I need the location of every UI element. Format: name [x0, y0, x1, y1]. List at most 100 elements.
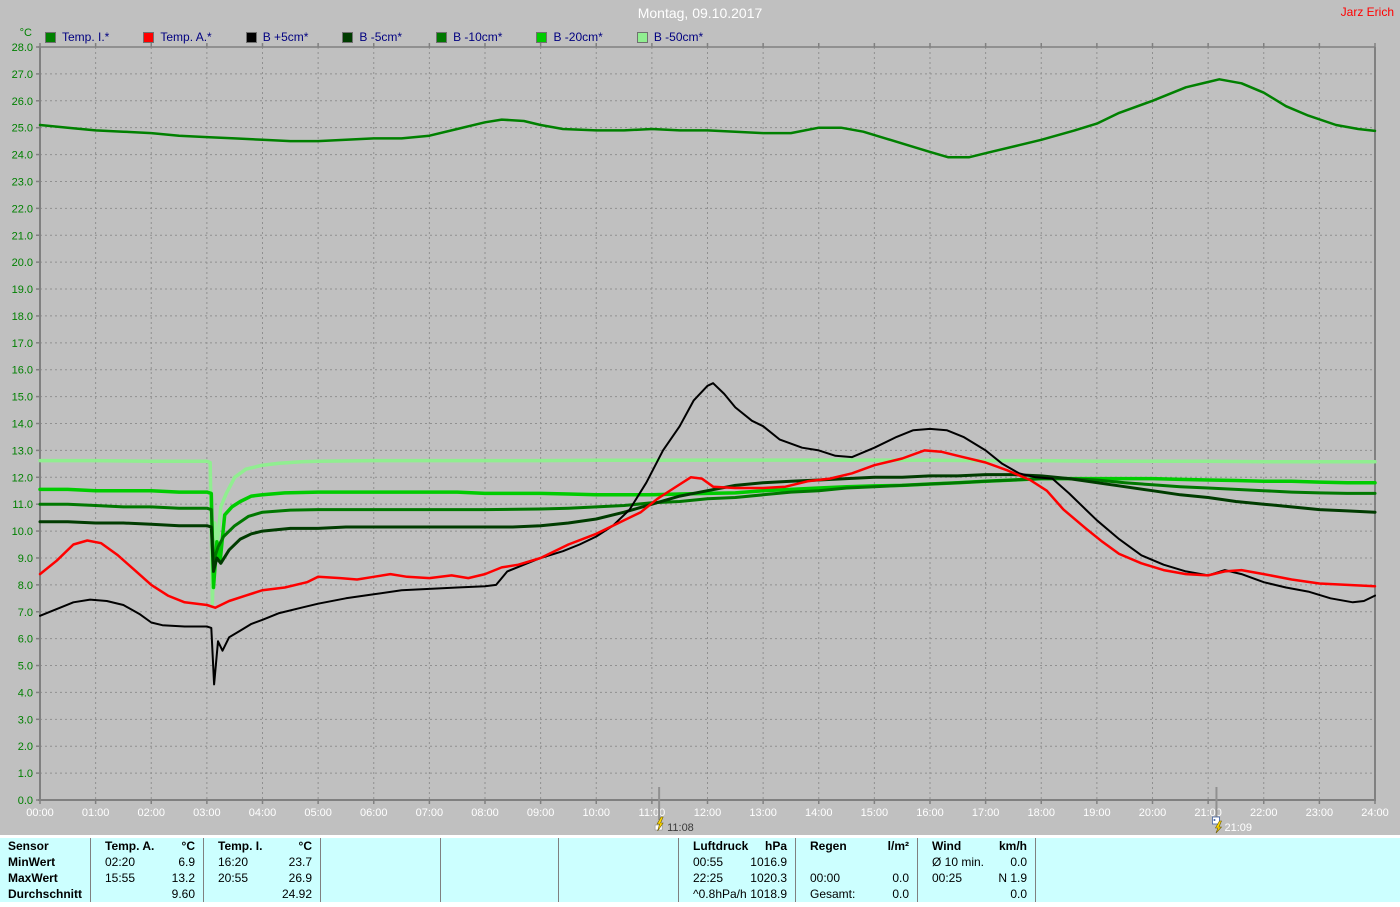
- y-tick-label: 8.0: [18, 580, 33, 592]
- cell-time: Gesamt:: [810, 887, 856, 901]
- cell-value: 1020.3: [750, 871, 787, 885]
- x-tick-label: 17:00: [972, 807, 1000, 819]
- cell-value: 0.0: [1010, 855, 1027, 869]
- column-header: [321, 838, 440, 854]
- column-name: Temp. A.: [105, 839, 155, 853]
- y-tick-label: 18.0: [12, 311, 33, 323]
- x-tick-label: 14:00: [805, 807, 833, 819]
- table-cell-row: ^0.8hPa/h 1018.9: [679, 886, 795, 902]
- cell-time: ^0.8hPa/h: [693, 887, 747, 901]
- x-tick-label: 12:00: [694, 807, 722, 819]
- cell-time: 02:20: [105, 855, 136, 869]
- table-cell-row: 16:20 23.7: [204, 854, 320, 870]
- table-column-luftdruck: Luftdruck hPa 00:55 1016.9 22:25 1020.3 ^0.8hP…: [678, 838, 795, 902]
- y-tick-label: 4.0: [18, 687, 33, 699]
- column-name: [441, 838, 455, 854]
- table-filler-column: [1035, 838, 1400, 902]
- y-tick-label: 20.0: [12, 257, 33, 269]
- table-cell-row: [321, 886, 440, 902]
- cell-time: 16:20: [218, 855, 249, 869]
- cell-time: [559, 886, 573, 902]
- y-tick-label: 6.0: [18, 634, 33, 646]
- x-tick-label: 20:00: [1139, 807, 1167, 819]
- cell-value: [670, 870, 678, 886]
- y-tick-label: 14.0: [12, 419, 33, 431]
- cell-value: 0.0: [1010, 887, 1027, 901]
- cell-value: [550, 854, 558, 870]
- y-tick-label: 26.0: [12, 96, 33, 108]
- column-unit: [670, 838, 678, 854]
- y-tick-label: 10.0: [12, 526, 33, 538]
- table-cell-row: 22:25 1020.3: [679, 870, 795, 886]
- table-row-labels-column: Sensor MinWert MaxWert Durchschnitt: [0, 838, 90, 902]
- y-tick-label: 0.0: [18, 795, 33, 807]
- column-name: Wind: [932, 839, 962, 853]
- cell-time: 00:55: [693, 855, 724, 869]
- x-tick-label: 03:00: [193, 807, 221, 819]
- sensor-stats-table: Sensor MinWert MaxWert Durchschnitt Temp. A.…: [0, 838, 1400, 902]
- cell-time: 22:25: [693, 871, 724, 885]
- table-bottom-strip: [0, 902, 1400, 907]
- cell-time: [441, 854, 455, 870]
- column-unit: [550, 838, 558, 854]
- table-cell-row: 9.60: [91, 886, 203, 902]
- table-cell-row: 0.0: [918, 886, 1035, 902]
- table-cell-row: [559, 854, 678, 870]
- table-cell-row: [321, 870, 440, 886]
- cell-time: 20:55: [218, 871, 249, 885]
- x-tick-label: 02:00: [137, 807, 165, 819]
- y-tick-label: 9.0: [18, 553, 33, 565]
- cell-value: 26.9: [288, 871, 312, 885]
- cell-value: 6.9: [178, 855, 195, 869]
- column-name: Temp. I.: [218, 839, 263, 853]
- column-unit: km/h: [998, 839, 1027, 853]
- y-tick-label: 19.0: [12, 284, 33, 296]
- y-tick-label: 12.0: [12, 472, 33, 484]
- column-header: [441, 838, 558, 854]
- y-tick-label: 22.0: [12, 203, 33, 215]
- y-tick-label: 1.0: [18, 768, 33, 780]
- table-cell-row: [441, 886, 558, 902]
- column-name: Regen: [810, 839, 847, 853]
- table-cell-row: 00:25 N 1.9: [918, 870, 1035, 886]
- column-name: [559, 838, 573, 854]
- y-tick-label: 27.0: [12, 69, 33, 81]
- column-unit: hPa: [764, 839, 787, 853]
- cell-value: [432, 870, 440, 886]
- table-cell-row: 15:55 13.2: [91, 870, 203, 886]
- cell-value: [550, 870, 558, 886]
- table-cell-row: 24.92: [204, 886, 320, 902]
- column-header: [559, 838, 678, 854]
- cell-value: 1018.9: [750, 887, 787, 901]
- cell-time: [91, 886, 105, 902]
- column-unit: [432, 838, 440, 854]
- cell-time: 15:55: [105, 871, 136, 885]
- table-cell-row: Ø 10 min. 0.0: [918, 854, 1035, 870]
- x-tick-label: 04:00: [249, 807, 277, 819]
- table-cell-row: 02:20 6.9: [91, 854, 203, 870]
- y-tick-label: 17.0: [12, 338, 33, 350]
- cell-time: [321, 870, 335, 886]
- app-window: Montag, 09.10.2017 Jarz Erich °C Temp. I…: [0, 0, 1400, 907]
- table-cell-row: [441, 854, 558, 870]
- x-tick-label: 00:00: [26, 807, 54, 819]
- cell-time: [321, 886, 335, 902]
- column-header: Wind km/h: [918, 838, 1035, 854]
- column-header: Temp. I. °C: [204, 838, 320, 854]
- cell-time: [559, 870, 573, 886]
- y-tick-label: 16.0: [12, 365, 33, 377]
- y-tick-label: 21.0: [12, 230, 33, 242]
- table-column-empty-2: [320, 838, 440, 902]
- column-header: Temp. A. °C: [91, 838, 203, 854]
- row-label-sensor: Sensor: [8, 839, 49, 853]
- table-cell-row: [321, 854, 440, 870]
- column-name: [321, 838, 335, 854]
- cell-value: 0.0: [892, 887, 909, 901]
- table-cell-row: [441, 870, 558, 886]
- x-tick-label: 24:00: [1361, 807, 1389, 819]
- row-label-minwert: MinWert: [8, 855, 56, 869]
- x-tick-label: 19:00: [1083, 807, 1111, 819]
- y-tick-label: 25.0: [12, 123, 33, 135]
- table-cell-row: Gesamt: 0.0: [796, 886, 917, 902]
- table-column-tempi: Temp. I. °C 16:20 23.7 20:55 26.9 24.92: [203, 838, 320, 902]
